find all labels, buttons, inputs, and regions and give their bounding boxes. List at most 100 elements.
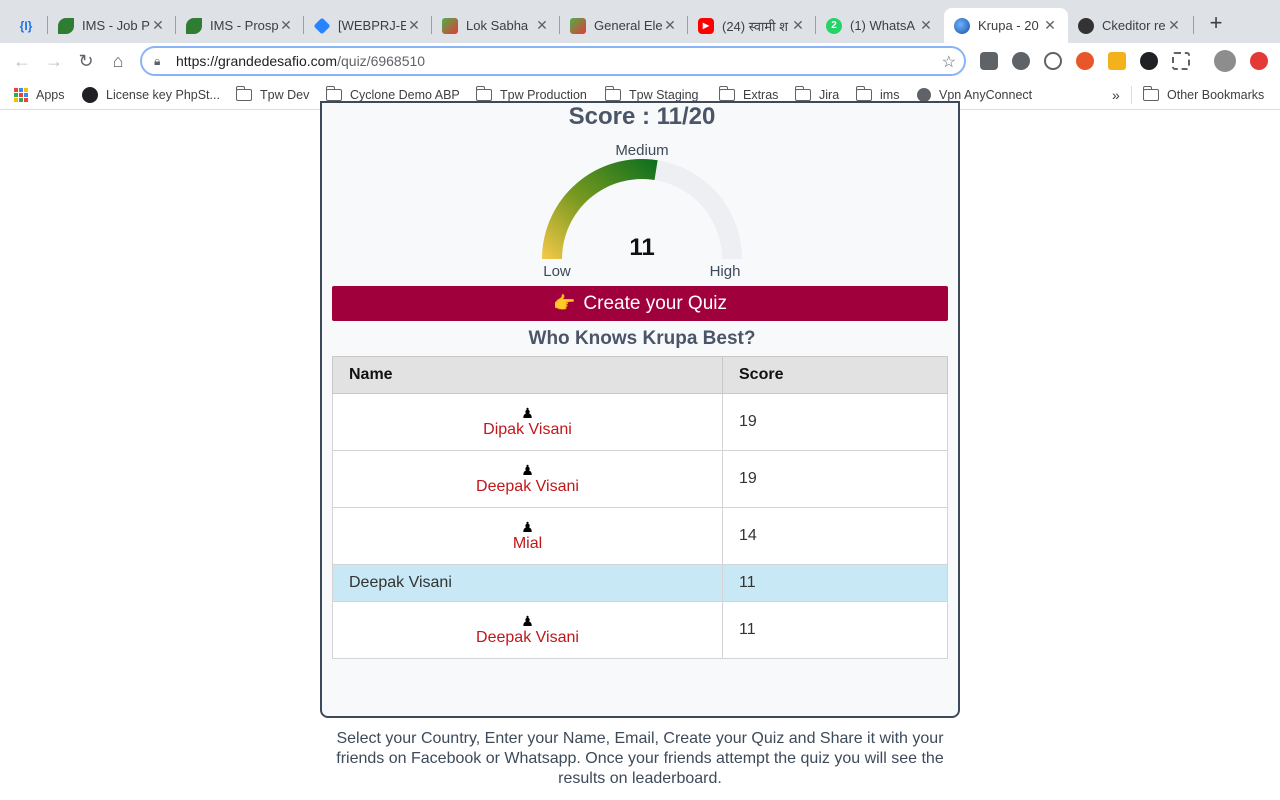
table-row-current-user: Deepak Visani 11 [332,564,948,602]
create-quiz-button[interactable]: 👉 Create your Quiz [332,286,948,321]
extension-shield-icon[interactable] [980,52,998,70]
bookmark-other[interactable]: Other Bookmarks [1142,84,1265,106]
address-bar[interactable]: 🔒︎ https://grandedesafio.com/quiz/696851… [140,46,966,76]
globe-icon [954,17,970,34]
player-score: 11 [722,564,948,602]
player-name-cell: ♟ Mial [332,507,723,565]
back-arrow-icon[interactable]: ← [10,49,34,73]
bookmark-label: Cyclone Demo ABP [350,88,460,102]
bookmarks-divider [1131,86,1132,104]
bookmarks-overflow-button[interactable]: » [1112,84,1120,106]
score-heading: Score : 11/20 [568,103,716,130]
folder-icon [794,86,811,101]
gauge-medium-label: Medium [615,142,668,159]
score-gauge: Medium 11 Low High [542,142,742,280]
bookmark-tpw-dev[interactable]: Tpw Dev [235,84,310,106]
url-host: https://grandedesafio.com [176,53,338,69]
ckeditor-icon [1078,17,1094,34]
folder-icon [718,86,735,101]
leaderboard-title: Who Knows Krupa Best? [528,328,756,349]
youtube-icon: ▶ [698,17,714,34]
tab-6[interactable]: ▶ (24) स्वामी श ✕ [688,8,816,43]
tab-3[interactable]: [WEBPRJ-E ✕ [304,8,432,43]
bookmark-label: Extras [743,88,779,102]
bookmark-label: Tpw Production [500,88,587,102]
tab-1[interactable]: IMS - Job P ✕ [48,8,176,43]
close-icon[interactable]: ✕ [534,17,550,34]
new-tab-button[interactable]: + [1204,12,1228,36]
instructions-text: Select your Country, Enter your Name, Em… [336,730,944,787]
home-icon[interactable]: ⌂ [106,49,130,73]
ims-logo-icon [58,17,74,34]
player-name-cell: ♟ Deepak Visani [332,601,723,659]
tab-8-active[interactable]: Krupa - 20 ✕ [944,8,1068,43]
close-icon[interactable]: ✕ [406,17,422,34]
tab-5[interactable]: General Ele ✕ [560,8,688,43]
profile-avatar[interactable] [1214,50,1236,72]
close-icon[interactable]: ✕ [1166,17,1182,34]
create-quiz-label: Create your Quiz [583,292,728,314]
gauge-low-label: Low [543,263,571,280]
table-row: ♟ Mial 14 [332,507,948,565]
tab-title: Krupa - 20 [978,18,1039,33]
bookmark-label: Jira [819,88,840,102]
tab-separator [1193,16,1194,34]
tab-title: (24) स्वामी श [722,18,788,34]
bookmark-label: License key PhpSt... [106,88,220,102]
pointing-hand-icon: 👉 [552,293,576,313]
tab-title: Ckeditor re [1102,18,1166,33]
leaderboard-table: Name Score ♟ Dipak Visani 19 ♟ Deepak Vi… [332,356,948,659]
url-path: /quiz/6968510 [337,53,426,69]
folder-icon [475,86,492,101]
extension-screenshot-icon[interactable] [1172,52,1190,70]
folder-icon [1142,86,1159,101]
tab-0[interactable]: {I} [8,8,48,43]
bookmark-label: Tpw Dev [260,88,310,102]
folder-icon [604,86,621,101]
tab-2[interactable]: IMS - Prosp ✕ [176,8,304,43]
bookmark-apps[interactable]: Apps [14,84,65,106]
gauge-value: 11 [629,234,654,261]
tab-9[interactable]: Ckeditor re ✕ [1068,8,1192,43]
player-score: 19 [722,393,948,451]
user-icon: ♟ [521,613,534,629]
tab-7[interactable]: 2 (1) WhatsA ✕ [816,8,944,43]
extension-r-icon[interactable] [1140,52,1158,70]
close-icon[interactable]: ✕ [150,17,166,34]
close-icon[interactable]: ✕ [278,17,294,34]
tab-title: IMS - Job P [82,18,150,33]
ballot-icon [442,17,458,34]
tab-title: Lok Sabha [466,18,529,33]
bookmark-label: Vpn AnyConnect [939,88,1033,102]
table-row: ♟ Deepak Visani 11 [332,601,948,659]
table-row: ♟ Dipak Visani 19 [332,393,948,451]
folder-icon [235,86,252,101]
globe-icon [917,88,931,102]
extension-fire-icon[interactable] [1076,52,1094,70]
tab-title: General Ele [594,18,662,33]
extension-yellow-icon[interactable] [1108,52,1126,70]
user-icon: ♟ [521,462,534,478]
close-icon[interactable]: ✕ [1042,17,1058,34]
bookmark-license-key[interactable]: License key PhpSt... [82,84,220,106]
user-icon: ♟ [521,405,534,421]
name-column-header: Name [332,356,723,394]
tab-4[interactable]: Lok Sabha ✕ [432,8,560,43]
player-name: Mial [512,535,543,552]
forward-arrow-icon[interactable]: → [42,49,66,73]
extension-recycle-icon[interactable] [1044,52,1062,70]
bookmark-label: Other Bookmarks [1167,88,1265,102]
close-icon[interactable]: ✕ [790,17,806,34]
bookmark-star-icon[interactable]: ☆ [942,52,956,72]
extension-gear-icon[interactable] [1012,52,1030,70]
player-name: Deepak Visani [476,629,579,646]
ims-logo-icon [186,17,202,34]
player-name-cell: ♟ Dipak Visani [332,393,723,451]
close-icon[interactable]: ✕ [918,17,934,34]
close-icon[interactable]: ✕ [662,17,678,34]
table-row: ♟ Deepak Visani 19 [332,450,948,508]
folder-icon [325,86,342,101]
extension-update-icon[interactable] [1250,52,1268,70]
gauge-high-label: High [710,263,741,280]
reload-icon[interactable]: ↻ [74,49,98,73]
